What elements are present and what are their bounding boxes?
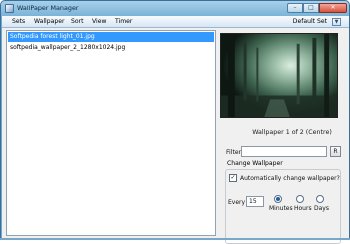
menu-timer[interactable]: Timer	[115, 18, 132, 25]
wallpaper-status: Wallpaper 1 of 2 (Centre)	[252, 129, 332, 136]
radio-selected-dot-icon	[276, 197, 280, 201]
menu-bar: Sets Wallpaper Sort View Timer Default S…	[2, 16, 349, 28]
hours-radio[interactable]	[296, 195, 304, 203]
wallpaper-list[interactable]: Softpedia forest light_01.jpg softpedia_…	[6, 30, 216, 236]
hours-label: Hours	[294, 205, 312, 212]
interval-input[interactable]: 15	[246, 196, 264, 207]
check-icon: ✓	[230, 174, 236, 181]
minutes-label: Minutes	[269, 205, 293, 212]
preview-image	[221, 34, 337, 117]
close-icon: ✕	[330, 4, 336, 11]
maximize-icon: □	[308, 4, 314, 11]
change-wallpaper-title: Change Wallpaper	[226, 160, 284, 167]
auto-change-label: Automatically change wallpaper?	[240, 175, 340, 182]
main-window: WallPaper Manager – □ ✕ Sets Wallpaper S…	[0, 0, 350, 244]
client-area: Softpedia forest light_01.jpg softpedia_…	[2, 28, 349, 244]
menu-sort[interactable]: Sort	[71, 18, 84, 25]
minutes-radio[interactable]	[274, 195, 282, 203]
wallpaper-preview	[220, 33, 338, 118]
title-bar[interactable]: WallPaper Manager – □ ✕	[1, 1, 349, 16]
filter-input[interactable]	[241, 146, 327, 157]
minimize-button[interactable]: –	[287, 3, 303, 13]
minimize-icon: –	[293, 4, 297, 11]
close-button[interactable]: ✕	[319, 3, 347, 13]
window-title: WallPaper Manager	[17, 4, 79, 12]
auto-change-checkbox[interactable]: ✓	[229, 174, 237, 182]
menu-wallpaper[interactable]: Wallpaper	[34, 18, 64, 25]
default-set-label: Default Set	[292, 18, 327, 25]
every-label: Every	[228, 199, 246, 206]
filter-refresh-button[interactable]: R	[330, 146, 341, 157]
days-label: Days	[314, 205, 329, 212]
default-set-dropdown-button[interactable]: ▼	[332, 18, 341, 26]
list-item[interactable]: Softpedia forest light_01.jpg	[8, 32, 214, 42]
app-icon	[5, 4, 14, 13]
menu-view[interactable]: View	[92, 18, 106, 25]
menu-sets[interactable]: Sets	[12, 18, 25, 25]
chevron-down-icon: ▼	[334, 19, 339, 25]
days-radio[interactable]	[316, 195, 324, 203]
maximize-button[interactable]: □	[303, 3, 319, 13]
list-item[interactable]: softpedia_wallpaper_2_1280x1024.jpg	[8, 43, 214, 53]
